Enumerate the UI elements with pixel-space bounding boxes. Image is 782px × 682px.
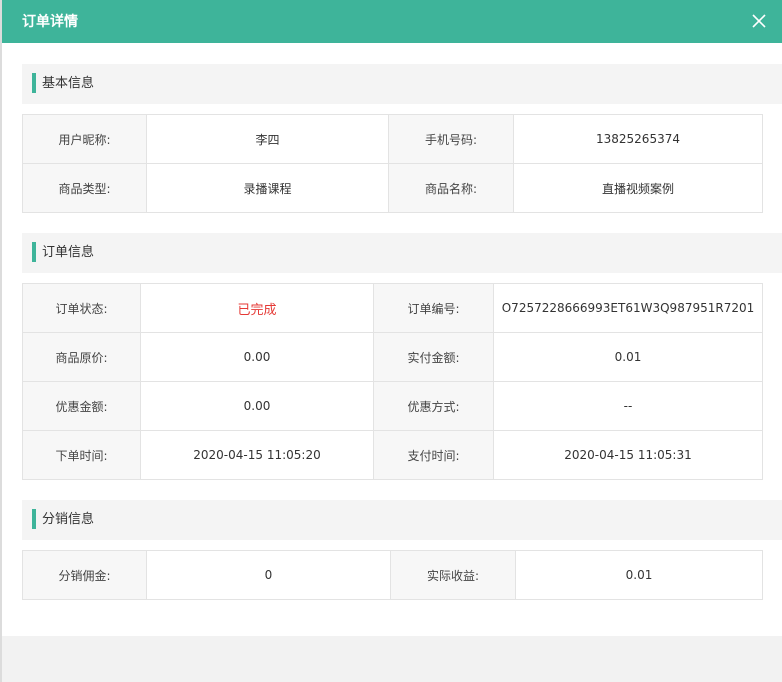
field-label: 商品类型: xyxy=(22,163,147,213)
field-label: 下单时间: xyxy=(22,430,141,480)
field-value: 13825265374 xyxy=(513,114,763,164)
basic-info-table: 用户昵称: 李四 手机号码: 13825265374 商品类型: 录播课程 商品… xyxy=(22,114,763,213)
field-label: 订单编号: xyxy=(373,283,494,333)
table-row: 商品原价: 0.00 实付金额: 0.01 xyxy=(22,332,763,382)
field-label: 支付时间: xyxy=(373,430,494,480)
section-order-info: 订单信息 xyxy=(22,233,782,273)
field-value: 0.01 xyxy=(515,550,763,600)
section-accent-bar xyxy=(32,242,36,262)
field-value: 2020-04-15 11:05:20 xyxy=(140,430,374,480)
close-icon[interactable] xyxy=(752,14,766,28)
distribution-info-table: 分销佣金: 0 实际收益: 0.01 xyxy=(22,550,763,600)
field-value: 直播视频案例 xyxy=(513,163,763,213)
field-label: 手机号码: xyxy=(388,114,514,164)
field-label: 实付金额: xyxy=(373,332,494,382)
field-label: 实际收益: xyxy=(390,550,516,600)
section-distribution-info: 分销信息 xyxy=(22,500,782,540)
order-detail-modal: 订单详情 基本信息 用户昵称: 李四 手机号码: 13825265374 商品类… xyxy=(2,0,782,682)
field-label: 分销佣金: xyxy=(22,550,147,600)
section-title: 订单信息 xyxy=(42,245,95,260)
field-label: 商品名称: xyxy=(388,163,514,213)
section-title: 分销信息 xyxy=(42,512,95,527)
field-value: 0 xyxy=(146,550,391,600)
field-label: 商品原价: xyxy=(22,332,141,382)
table-row: 分销佣金: 0 实际收益: 0.01 xyxy=(22,550,763,600)
order-status-value: 已完成 xyxy=(140,283,374,333)
field-value: 0.00 xyxy=(140,381,374,431)
order-number-value: O7257228666993ET61W3Q987951R7201 xyxy=(493,283,763,333)
order-info-table: 订单状态: 已完成 订单编号: O7257228666993ET61W3Q987… xyxy=(22,283,763,480)
table-row: 商品类型: 录播课程 商品名称: 直播视频案例 xyxy=(22,163,763,213)
modal-footer xyxy=(2,636,782,682)
field-label: 订单状态: xyxy=(22,283,141,333)
field-label: 优惠方式: xyxy=(373,381,494,431)
table-row: 优惠金额: 0.00 优惠方式: -- xyxy=(22,381,763,431)
section-accent-bar xyxy=(32,509,36,529)
table-row: 用户昵称: 李四 手机号码: 13825265374 xyxy=(22,114,763,164)
modal-header: 订单详情 xyxy=(2,0,782,43)
field-label: 优惠金额: xyxy=(22,381,141,431)
field-value: -- xyxy=(493,381,763,431)
table-row: 下单时间: 2020-04-15 11:05:20 支付时间: 2020-04-… xyxy=(22,430,763,480)
field-value: 0.01 xyxy=(493,332,763,382)
field-label: 用户昵称: xyxy=(22,114,147,164)
field-value: 录播课程 xyxy=(146,163,389,213)
field-value: 李四 xyxy=(146,114,389,164)
section-basic-info: 基本信息 xyxy=(22,64,782,104)
table-row: 订单状态: 已完成 订单编号: O7257228666993ET61W3Q987… xyxy=(22,283,763,333)
section-title: 基本信息 xyxy=(42,76,95,91)
modal-title: 订单详情 xyxy=(22,14,78,30)
field-value: 0.00 xyxy=(140,332,374,382)
section-accent-bar xyxy=(32,73,36,93)
field-value: 2020-04-15 11:05:31 xyxy=(493,430,763,480)
